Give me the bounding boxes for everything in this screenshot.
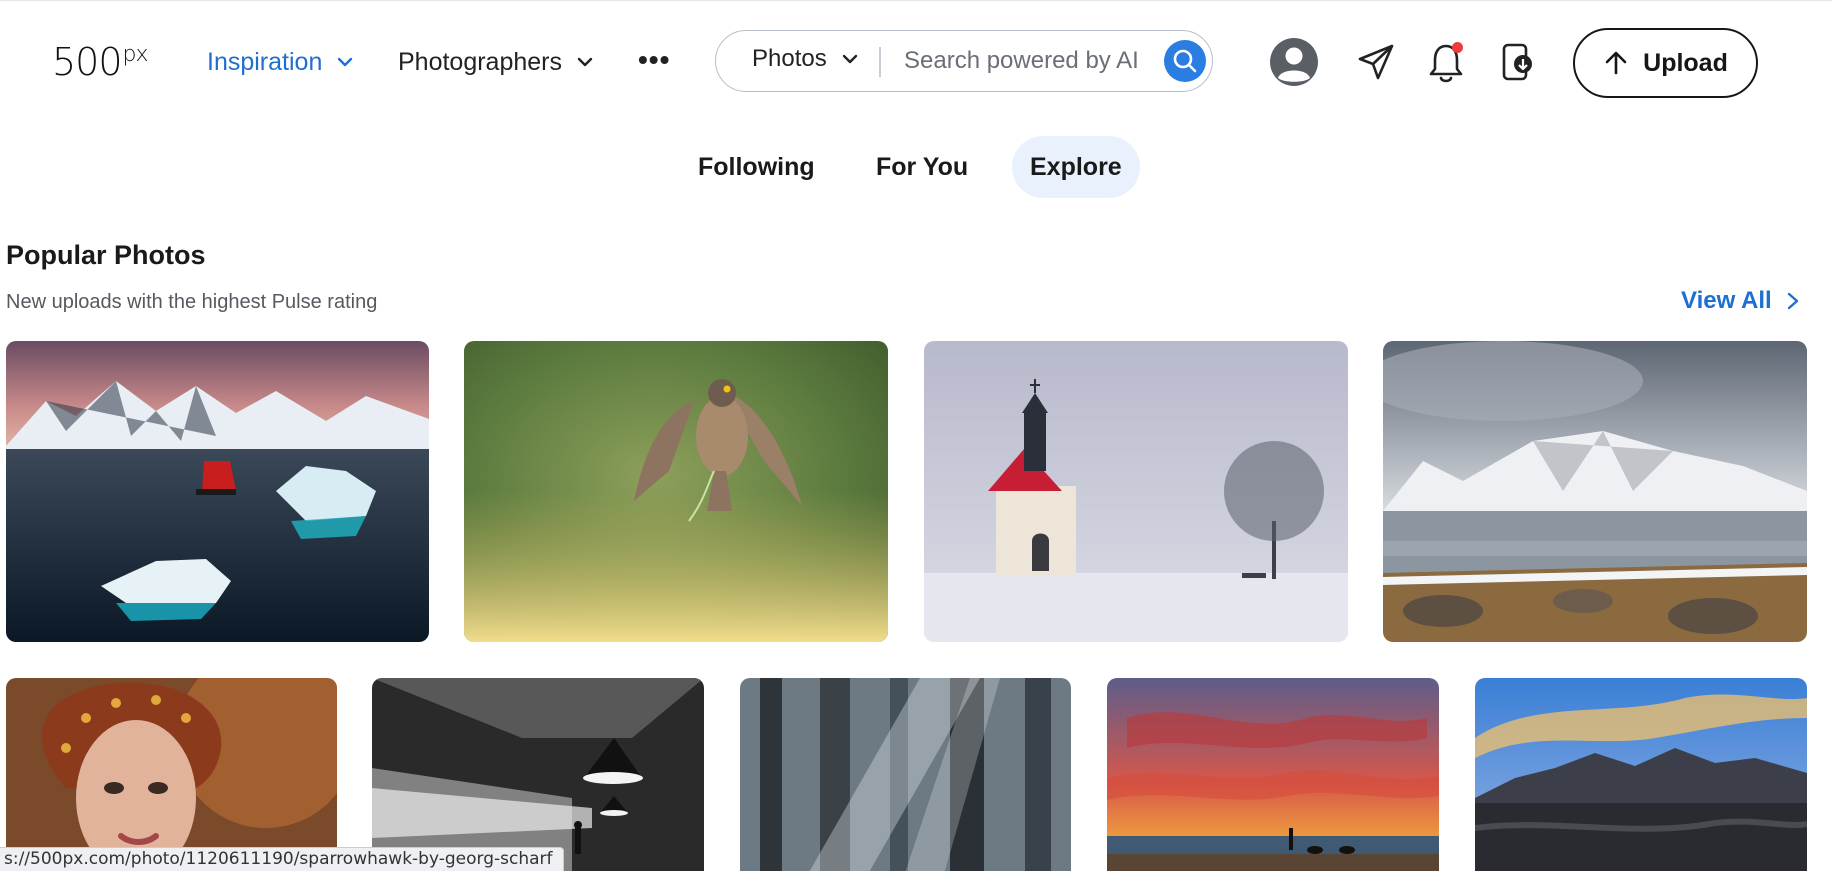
misty-forest-photo [740, 678, 1071, 871]
tab-following[interactable]: Following [680, 136, 833, 198]
more-menu-button[interactable]: ••• [638, 44, 670, 76]
search-input[interactable] [904, 41, 1144, 81]
photo-card[interactable] [464, 341, 888, 642]
downloads-button[interactable] [1490, 34, 1546, 90]
feed-tabs: Following For You Explore [0, 136, 1832, 198]
tab-for-you[interactable]: For You [858, 136, 986, 198]
iceberg-bay-photo [6, 341, 429, 642]
nav-photographers[interactable]: Photographers [398, 46, 594, 78]
photo-card[interactable] [6, 341, 429, 642]
search-type-label: Photos [752, 45, 827, 72]
search-type-dropdown[interactable]: Photos [752, 45, 859, 73]
photo-card[interactable] [1383, 341, 1807, 642]
sunset-beach-photo [1107, 678, 1439, 871]
nav-inspiration[interactable]: Inspiration [207, 46, 354, 78]
search-button[interactable] [1164, 40, 1206, 82]
downloads-icon [1502, 43, 1532, 81]
photo-card[interactable] [924, 341, 1348, 642]
chevron-down-icon [338, 57, 353, 67]
chevron-down-icon [842, 54, 857, 64]
messages-button[interactable] [1348, 34, 1404, 90]
chevron-down-icon [577, 57, 593, 67]
section-title: Popular Photos [6, 240, 206, 270]
mountain-lake-photo [1383, 341, 1807, 642]
more-icon: ••• [638, 44, 671, 75]
brand-logo[interactable]: 500px [52, 40, 149, 89]
link-status-bar: s://500px.com/photo/1120611190/sparrowha… [0, 847, 564, 871]
notifications-button[interactable] [1418, 34, 1474, 90]
tab-explore[interactable]: Explore [1012, 136, 1140, 198]
user-avatar[interactable] [1266, 34, 1322, 90]
logo-main: 500 [52, 40, 123, 84]
section-subtitle: New uploads with the highest Pulse ratin… [6, 291, 378, 313]
upload-label: Upload [1643, 48, 1728, 77]
view-all-label: View All [1681, 287, 1772, 314]
arrow-up-icon [1605, 51, 1627, 75]
photo-card[interactable] [372, 678, 704, 871]
chapel-snow-photo [924, 341, 1348, 642]
nav-photographers-label: Photographers [398, 47, 563, 76]
view-all-link[interactable]: View All [1681, 287, 1800, 315]
search-bar: Photos [715, 30, 1213, 92]
logo-sup: px [122, 42, 149, 67]
photo-card[interactable] [1475, 678, 1807, 871]
mountain-dunes-photo [1475, 678, 1807, 871]
photo-card[interactable] [6, 678, 337, 871]
photo-card[interactable] [1107, 678, 1439, 871]
photo-card[interactable] [740, 678, 1071, 871]
nav-inspiration-label: Inspiration [207, 47, 323, 76]
avatar-icon [1270, 38, 1318, 86]
send-icon [1358, 44, 1394, 80]
ornate-portrait-photo [6, 678, 337, 871]
search-divider [879, 47, 881, 77]
search-icon [1173, 49, 1197, 73]
upload-button[interactable]: Upload [1573, 28, 1758, 98]
site-header: 500px Inspiration Photographers ••• Phot… [0, 4, 1832, 114]
subway-station-photo [372, 678, 704, 871]
chevron-right-icon [1787, 292, 1798, 310]
sparrowhawk-photo [464, 341, 888, 642]
notification-dot [1452, 42, 1463, 53]
